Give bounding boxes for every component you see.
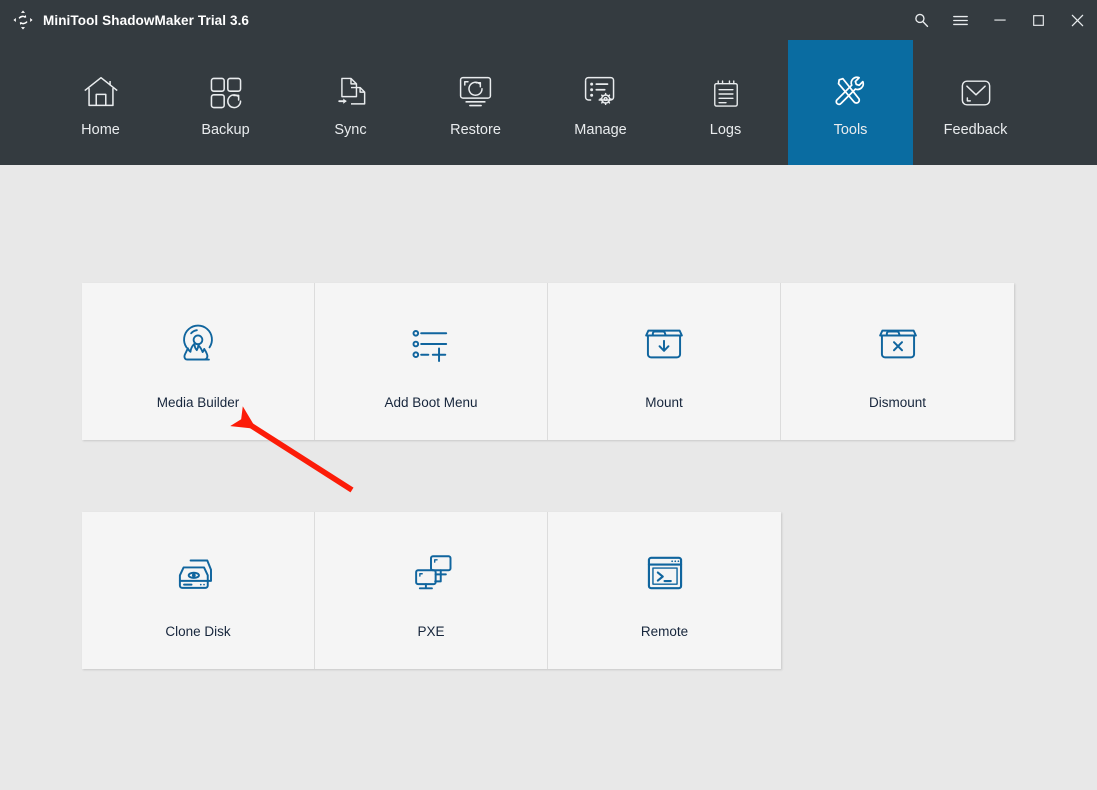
manage-list-gear-icon — [580, 67, 621, 113]
burning-disc-icon — [172, 314, 224, 374]
search-button[interactable] — [902, 0, 941, 40]
logs-clipboard-icon — [707, 67, 745, 113]
tool-card-label: Mount — [645, 394, 683, 410]
window-controls — [902, 0, 1097, 40]
tools-row-2: Clone Disk PXE Remote — [82, 512, 781, 669]
nav-item-home[interactable]: Home — [38, 40, 163, 165]
nav-item-tools[interactable]: Tools — [788, 40, 913, 165]
nav-item-feedback[interactable]: Feedback — [913, 40, 1038, 165]
tool-card-remote[interactable]: Remote — [548, 512, 781, 669]
dismount-folder-x-icon — [873, 314, 923, 374]
feedback-envelope-icon — [956, 67, 996, 113]
tool-card-label: Add Boot Menu — [384, 394, 478, 410]
tool-card-mount[interactable]: Mount — [548, 283, 781, 440]
pxe-two-monitors-icon — [405, 543, 457, 603]
title-bar: MiniTool ShadowMaker Trial 3.6 — [0, 0, 1097, 40]
tool-card-label: Dismount — [868, 394, 927, 410]
tool-card-label: Clone Disk — [165, 623, 231, 639]
nav-item-sync[interactable]: Sync — [288, 40, 413, 165]
tools-wrench-screwdriver-icon — [831, 67, 871, 113]
tool-card-pxe[interactable]: PXE — [315, 512, 548, 669]
annotation-arrow — [230, 406, 354, 493]
nav-item-restore[interactable]: Restore — [413, 40, 538, 165]
app-title: MiniTool ShadowMaker Trial 3.6 — [43, 12, 250, 28]
menu-button[interactable] — [941, 0, 980, 40]
nav-label: Home — [81, 122, 120, 139]
minitool-logo-icon — [10, 7, 36, 33]
minimize-button[interactable] — [980, 0, 1019, 40]
remote-terminal-icon — [640, 543, 690, 603]
tool-card-clone-disk[interactable]: Clone Disk — [82, 512, 315, 669]
nav-label: Backup — [201, 122, 250, 139]
tools-row-1: Media Builder Add Boot Menu Mount Dismou… — [82, 283, 1014, 440]
clone-disk-icon — [172, 543, 224, 603]
tool-card-label: Remote — [640, 623, 689, 639]
tool-card-media-builder[interactable]: Media Builder — [82, 283, 315, 440]
nav-label: Sync — [334, 122, 367, 139]
nav-label: Feedback — [943, 122, 1008, 139]
tools-content-area: Media Builder Add Boot Menu Mount Dismou… — [0, 165, 1097, 790]
nav-item-logs[interactable]: Logs — [663, 40, 788, 165]
nav-label: Restore — [450, 122, 501, 139]
close-button[interactable] — [1058, 0, 1097, 40]
mount-folder-down-arrow-icon — [639, 314, 689, 374]
boot-menu-list-plus-icon — [406, 314, 456, 374]
nav-item-manage[interactable]: Manage — [538, 40, 663, 165]
home-icon — [80, 67, 122, 113]
nav-label: Manage — [574, 122, 627, 139]
main-navigation: Home Backup Sync Restore Manage Logs Too… — [0, 40, 1097, 165]
maximize-button[interactable] — [1019, 0, 1058, 40]
tool-card-label: Media Builder — [156, 394, 240, 410]
nav-item-backup[interactable]: Backup — [163, 40, 288, 165]
backup-squares-icon — [206, 67, 246, 113]
nav-label: Tools — [833, 122, 868, 139]
tool-card-dismount[interactable]: Dismount — [781, 283, 1014, 440]
sync-documents-icon — [331, 67, 371, 113]
nav-label: Logs — [709, 122, 742, 139]
restore-monitor-icon — [455, 67, 496, 113]
tool-card-label: PXE — [417, 623, 445, 639]
tool-card-add-boot-menu[interactable]: Add Boot Menu — [315, 283, 548, 440]
